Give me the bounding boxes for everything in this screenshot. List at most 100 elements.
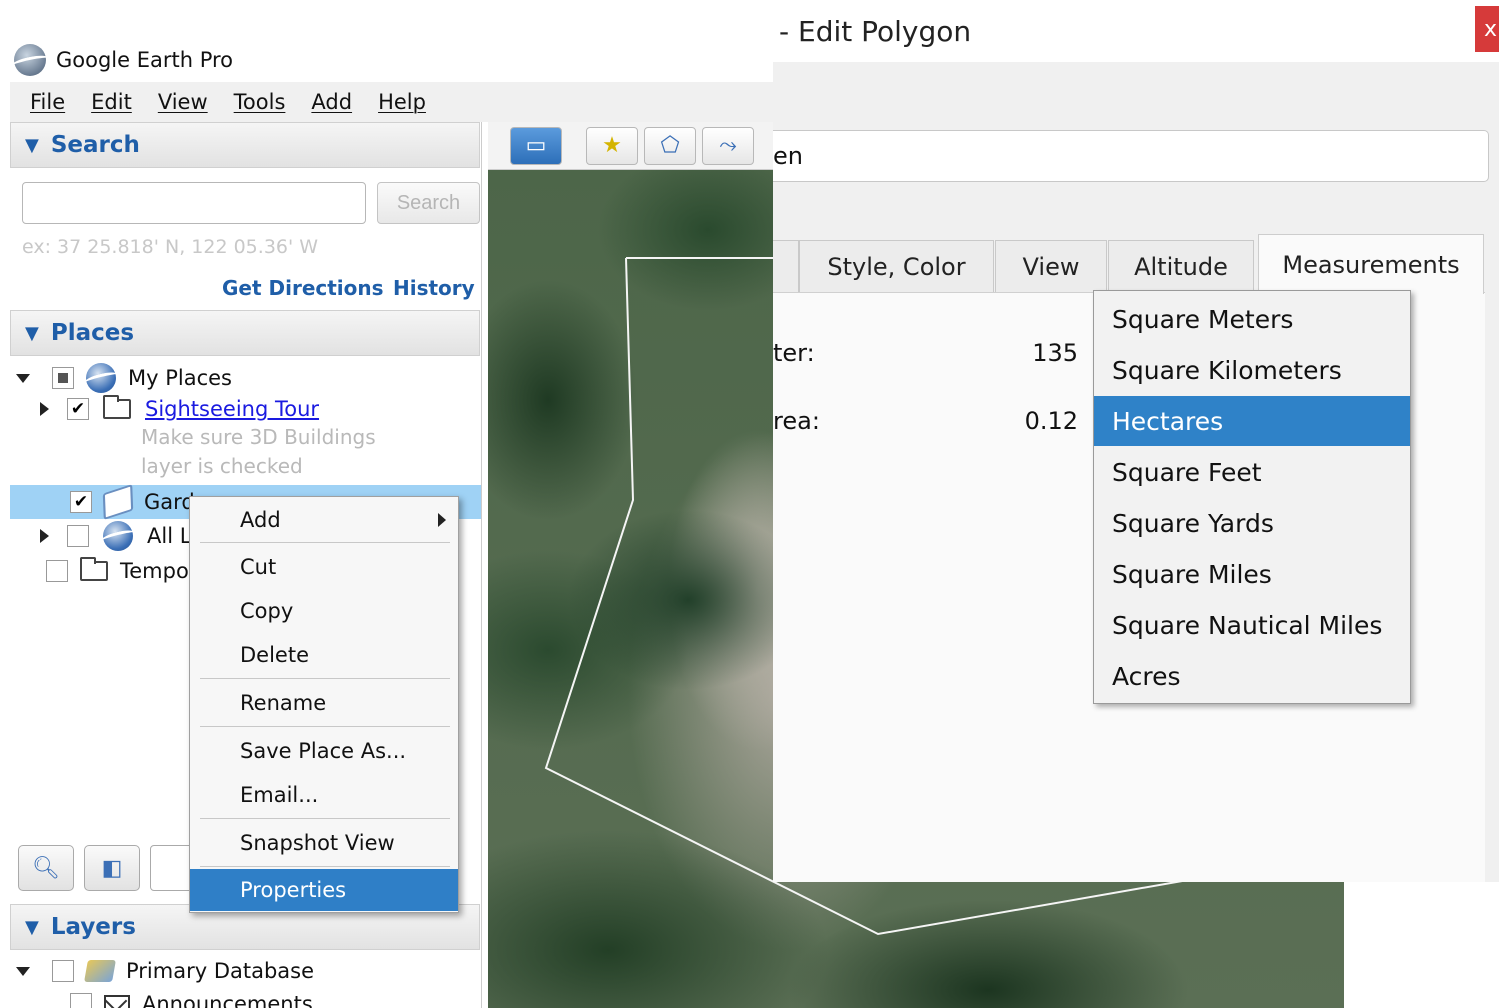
tree-row-announcements[interactable]: Announcements bbox=[70, 988, 313, 1008]
menu-help[interactable]: Help bbox=[378, 90, 426, 114]
folder-icon bbox=[80, 557, 108, 581]
app-title: Google Earth Pro bbox=[56, 48, 234, 72]
my-places-label: My Places bbox=[128, 366, 232, 390]
tree-row-my-places[interactable]: My Places bbox=[16, 362, 232, 394]
search-panel-title: Search bbox=[50, 132, 140, 158]
announcements-checkbox[interactable] bbox=[70, 993, 92, 1008]
unit-option-acres[interactable]: Acres bbox=[1094, 651, 1410, 701]
menu-separator bbox=[200, 678, 450, 679]
context-menu-properties[interactable]: Properties bbox=[190, 869, 458, 911]
sightseeing-description-line1: Make sure 3D Buildings bbox=[141, 425, 376, 449]
polygon-name-value: en bbox=[773, 142, 803, 170]
menu-edit[interactable]: Edit bbox=[91, 90, 132, 114]
area-label: rea: bbox=[773, 407, 820, 435]
tree-row-garden[interactable]: ✔ Gard bbox=[70, 484, 195, 520]
primary-database-checkbox[interactable] bbox=[52, 960, 74, 982]
context-menu-rename[interactable]: Rename bbox=[190, 683, 458, 723]
menu-separator bbox=[200, 866, 450, 867]
magnifier-icon: 🔍︎ bbox=[32, 855, 60, 881]
unit-option-square-kilometers[interactable]: Square Kilometers bbox=[1094, 345, 1410, 395]
dialog-title: - Edit Polygon bbox=[779, 14, 972, 48]
context-menu-email[interactable]: Email... bbox=[190, 775, 458, 815]
polygon-add-icon: ⬠ bbox=[660, 133, 680, 158]
garden-checkbox[interactable]: ✔ bbox=[70, 491, 92, 513]
search-panel-header[interactable]: ▼ Search bbox=[10, 122, 480, 168]
menu-file[interactable]: File bbox=[30, 90, 65, 114]
app-title-bar: Google Earth Pro bbox=[10, 40, 773, 80]
my-places-checkbox[interactable] bbox=[52, 367, 74, 389]
close-icon: x bbox=[1483, 16, 1497, 42]
expand-arrow-icon[interactable] bbox=[16, 373, 30, 383]
context-menu-save-place-as[interactable]: Save Place As... bbox=[190, 731, 458, 771]
collapse-triangle-icon: ▼ bbox=[25, 134, 39, 156]
panel-icon: ◧ bbox=[101, 855, 123, 881]
unit-option-square-yards[interactable]: Square Yards bbox=[1094, 498, 1410, 548]
history-link[interactable]: History bbox=[393, 276, 475, 300]
tab-altitude[interactable]: Altitude bbox=[1108, 240, 1254, 292]
toggle-sidebar-button[interactable]: ◧ bbox=[84, 845, 140, 891]
sightseeing-description-line2: layer is checked bbox=[141, 454, 303, 478]
menu-tools[interactable]: Tools bbox=[234, 90, 286, 114]
context-menu: Add Cut Copy Delete Rename Save Place As… bbox=[189, 496, 459, 913]
menu-bar: File Edit View Tools Add Help bbox=[10, 82, 773, 122]
temporary-checkbox[interactable] bbox=[46, 560, 68, 582]
unit-option-square-feet[interactable]: Square Feet bbox=[1094, 447, 1410, 497]
tree-row-sightseeing-tour[interactable]: ✔ Sightseeing Tour bbox=[40, 393, 319, 425]
search-button[interactable]: Search bbox=[377, 182, 480, 224]
all-layers-checkbox[interactable] bbox=[67, 525, 89, 547]
announcements-label: Announcements bbox=[142, 992, 313, 1008]
dialog-close-button[interactable]: x bbox=[1475, 6, 1499, 52]
pushpin-icon: ★ bbox=[602, 133, 622, 158]
unit-option-square-nautical-miles[interactable]: Square Nautical Miles bbox=[1094, 600, 1410, 650]
dialog-title-bar: - Edit Polygon x bbox=[773, 0, 1499, 62]
tab-view[interactable]: View bbox=[995, 240, 1107, 292]
sightseeing-checkbox[interactable]: ✔ bbox=[67, 398, 89, 420]
primary-database-label: Primary Database bbox=[126, 959, 315, 983]
expand-arrow-icon[interactable] bbox=[40, 402, 49, 416]
unit-option-hectares[interactable]: Hectares bbox=[1094, 396, 1410, 446]
path-add-icon: ⤳ bbox=[719, 133, 737, 158]
expand-arrow-icon[interactable] bbox=[16, 966, 30, 976]
menu-add[interactable]: Add bbox=[311, 90, 352, 114]
expand-arrow-icon[interactable] bbox=[40, 529, 49, 543]
places-panel-header[interactable]: ▼ Places bbox=[10, 310, 480, 356]
sidebar-toggle-button[interactable]: ▭ bbox=[510, 126, 562, 165]
add-polygon-button[interactable]: ⬠ bbox=[644, 126, 696, 165]
get-directions-link[interactable]: Get Directions bbox=[222, 276, 384, 300]
search-input[interactable] bbox=[22, 182, 366, 224]
context-menu-add-label: Add bbox=[240, 508, 281, 532]
tab-style-color[interactable]: Style, Color bbox=[799, 240, 994, 292]
all-layers-globe-icon bbox=[103, 521, 133, 551]
menu-separator bbox=[200, 818, 450, 819]
collapse-triangle-icon: ▼ bbox=[25, 322, 39, 344]
unit-option-square-miles[interactable]: Square Miles bbox=[1094, 549, 1410, 599]
context-menu-copy[interactable]: Copy bbox=[190, 591, 458, 631]
polygon-name-input[interactable]: en bbox=[773, 130, 1489, 182]
unit-option-square-meters[interactable]: Square Meters bbox=[1094, 294, 1410, 344]
tree-row-temporary-places[interactable]: Tempor bbox=[46, 555, 197, 587]
google-earth-logo-icon bbox=[14, 44, 46, 76]
tab-measurements[interactable]: Measurements bbox=[1258, 234, 1484, 294]
context-menu-cut[interactable]: Cut bbox=[190, 547, 458, 587]
places-bottom-toolbar: 🔍︎ ◧ bbox=[18, 845, 210, 895]
context-menu-snapshot-view[interactable]: Snapshot View bbox=[190, 823, 458, 863]
folder-icon bbox=[103, 395, 131, 419]
area-unit-dropdown-list: Square Meters Square Kilometers Hectares… bbox=[1093, 290, 1411, 704]
collapse-triangle-icon: ▼ bbox=[25, 916, 39, 938]
tree-row-primary-database[interactable]: Primary Database bbox=[16, 955, 314, 987]
envelope-icon bbox=[104, 995, 130, 1008]
search-places-button[interactable]: 🔍︎ bbox=[18, 845, 74, 891]
context-menu-delete[interactable]: Delete bbox=[190, 635, 458, 675]
context-menu-add[interactable]: Add bbox=[190, 500, 458, 540]
tab-description-partial[interactable] bbox=[773, 240, 799, 292]
perimeter-value: 135 bbox=[1032, 339, 1078, 367]
menu-view[interactable]: View bbox=[158, 90, 208, 114]
tree-row-all-layers[interactable]: All La bbox=[40, 520, 204, 552]
layers-panel-title: Layers bbox=[50, 914, 136, 940]
submenu-arrow-icon bbox=[438, 513, 446, 527]
add-path-button[interactable]: ⤳ bbox=[702, 126, 754, 165]
sightseeing-tour-link[interactable]: Sightseeing Tour bbox=[145, 397, 319, 421]
menu-separator bbox=[200, 542, 450, 543]
add-placemark-button[interactable]: ★ bbox=[586, 126, 638, 165]
search-hint: ex: 37 25.818' N, 122 05.36' W bbox=[22, 236, 319, 258]
